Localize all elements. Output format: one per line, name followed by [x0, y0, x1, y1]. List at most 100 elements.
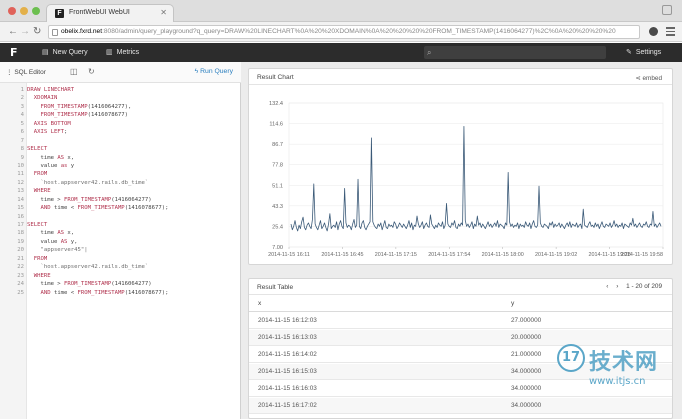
- refresh-icon[interactable]: ↻: [88, 67, 95, 76]
- line-number: 4: [20, 112, 24, 119]
- code-token: AND: [27, 205, 51, 212]
- table-cell-x: 2014-11-15 16:13:03: [258, 334, 317, 341]
- column-header-y[interactable]: y: [511, 296, 514, 312]
- line-number: 9: [20, 154, 24, 161]
- code-token: x,: [64, 230, 75, 237]
- line-number: 21: [17, 255, 24, 262]
- code-line: AXIS BOTTOM: [27, 120, 239, 128]
- back-icon[interactable]: ←: [8, 25, 18, 39]
- code-token: time <: [50, 205, 78, 212]
- line-number: 1: [20, 87, 24, 93]
- settings-button[interactable]: ✎ Settings: [626, 43, 661, 62]
- code-line: "appserver45"|: [27, 246, 239, 254]
- url-path: :8080/admin/query_playground?q_query=DRA…: [102, 28, 616, 35]
- app-navbar: F ▤ New Query ▥ Metrics ⌕ ✎ Settings: [0, 43, 682, 62]
- table-header: x y: [249, 296, 672, 312]
- tab-title: FrontWebUI WebUI: [69, 9, 130, 16]
- code-line: FROM_TIMESTAMP(1416064277),: [27, 103, 239, 111]
- line-number: 20: [17, 247, 24, 254]
- x-tick-label: 2014-11-15 19:02: [535, 252, 577, 258]
- table-cell-y: 34.000000: [511, 402, 542, 409]
- table-row[interactable]: 2014-11-15 16:13:03 20.000000: [249, 330, 672, 346]
- line-number: 19: [17, 238, 24, 245]
- table-row[interactable]: 2014-11-15 16:17:02 34.000000: [249, 398, 672, 414]
- code-token: value: [27, 238, 61, 245]
- code-token: WHERE: [27, 188, 51, 195]
- line-number: 3: [20, 103, 24, 110]
- code-token: ;: [64, 129, 68, 136]
- code-token: time: [27, 230, 58, 237]
- column-header-x[interactable]: x: [258, 296, 261, 312]
- minimize-window-icon[interactable]: [20, 7, 28, 15]
- code-line: `host.appserver42.rails.db_time`: [27, 263, 239, 271]
- code-line: WHERE: [27, 272, 239, 280]
- code-token: "appserver45"|: [27, 247, 88, 254]
- code-line: FROM: [27, 170, 239, 178]
- code-line: AND time < FROM_TIMESTAMP(1416078677);: [27, 289, 239, 297]
- line-number: 12: [17, 179, 24, 186]
- new-query-label: New Query: [52, 49, 88, 56]
- search-input[interactable]: ⌕: [424, 46, 606, 59]
- tab-sql-editor[interactable]: ⋮ SQL Editor: [6, 68, 46, 76]
- code-line: `host.appserver42.rails.db_time`: [27, 179, 239, 187]
- url-input[interactable]: obelix.fxrd.net:8080/admin/query_playgro…: [48, 25, 640, 39]
- metrics-button[interactable]: ▥ Metrics: [106, 43, 139, 62]
- browser-tab[interactable]: F FrontWebUI WebUI ✕: [46, 4, 174, 22]
- favicon-icon: F: [55, 9, 64, 18]
- close-window-icon[interactable]: [8, 7, 16, 15]
- line-number: 18: [17, 230, 24, 237]
- table-row[interactable]: 2014-11-15 16:15:03 34.000000: [249, 364, 672, 380]
- reload-icon[interactable]: ↻: [33, 25, 41, 39]
- zoom-window-icon[interactable]: [32, 7, 40, 15]
- code-token: (1416078677);: [124, 205, 169, 212]
- forward-icon[interactable]: →: [20, 25, 30, 39]
- line-number: 2: [20, 95, 24, 102]
- code-token: (1416078677);: [124, 289, 169, 296]
- new-query-button[interactable]: ▤ New Query: [42, 43, 88, 62]
- code-line: time > FROM_TIMESTAMP(1416064277): [27, 280, 239, 288]
- code-token: AXIS BOTTOM: [27, 120, 71, 127]
- wrench-icon: ✎: [626, 49, 632, 56]
- table-row[interactable]: 2014-11-15 16:12:03 27.000000: [249, 313, 672, 329]
- code-token: DRAW LINECHART: [27, 87, 75, 93]
- code-line: FROM_TIMESTAMP(1416078677): [27, 111, 239, 119]
- table-row[interactable]: 2014-11-15 16:14:02 21.000000: [249, 347, 672, 363]
- line-number: 6: [20, 129, 24, 136]
- x-tick-label: 2014-11-15 17:54: [428, 252, 470, 258]
- browser-menu-icon[interactable]: [666, 27, 675, 36]
- code-token: FROM_TIMESTAMP: [27, 112, 88, 119]
- y-tick-label: 77.8: [272, 163, 283, 169]
- window-fullscreen-icon[interactable]: [662, 5, 672, 15]
- code-token: y: [67, 162, 75, 169]
- extension-icon[interactable]: [649, 27, 658, 36]
- result-chart-panel: Result Chart ⋖ embed 132.4 114.6 86.7 77.8 5…: [248, 68, 673, 265]
- code-token: (1416064277): [111, 196, 152, 203]
- code-token: (1416064277),: [87, 103, 132, 110]
- next-page-icon[interactable]: ›: [616, 283, 618, 290]
- code-token: x,: [64, 154, 75, 161]
- table-cell-y: 27.000000: [511, 317, 542, 324]
- run-query-button[interactable]: ϟ Run Query: [195, 68, 233, 75]
- code-editor[interactable]: DRAW LINECHART XDOMAIN FROM_TIMESTAMP(14…: [27, 86, 239, 297]
- code-token: (1416064277): [111, 281, 152, 288]
- code-token: WHERE: [27, 272, 51, 279]
- code-token: FROM: [27, 171, 48, 178]
- address-bar-row: ← → ↻ obelix.fxrd.net:8080/admin/query_p…: [0, 22, 682, 42]
- table-cell-x: 2014-11-15 16:12:03: [258, 317, 317, 324]
- line-chart: 132.4114.686.777.851.143.325.47.002014-1…: [268, 101, 664, 258]
- prev-page-icon[interactable]: ‹: [606, 283, 608, 290]
- table-row[interactable]: 2014-11-15 16:16:03 34.000000: [249, 381, 672, 397]
- app-logo[interactable]: F: [10, 46, 18, 59]
- search-icon: ⌕: [427, 48, 432, 57]
- code-token: y,: [67, 238, 78, 245]
- line-number: 14: [17, 196, 24, 203]
- table-cell-y: 21.000000: [511, 351, 542, 358]
- table-cell-y: 34.000000: [511, 385, 542, 392]
- embed-button[interactable]: ⋖ embed: [635, 74, 662, 82]
- line-number: 7: [20, 137, 24, 144]
- layout-icon[interactable]: ◫: [70, 67, 78, 76]
- chart-panel-title: Result Chart: [257, 74, 294, 81]
- code-line: time AS x,: [27, 229, 239, 237]
- close-tab-icon[interactable]: ✕: [160, 8, 167, 17]
